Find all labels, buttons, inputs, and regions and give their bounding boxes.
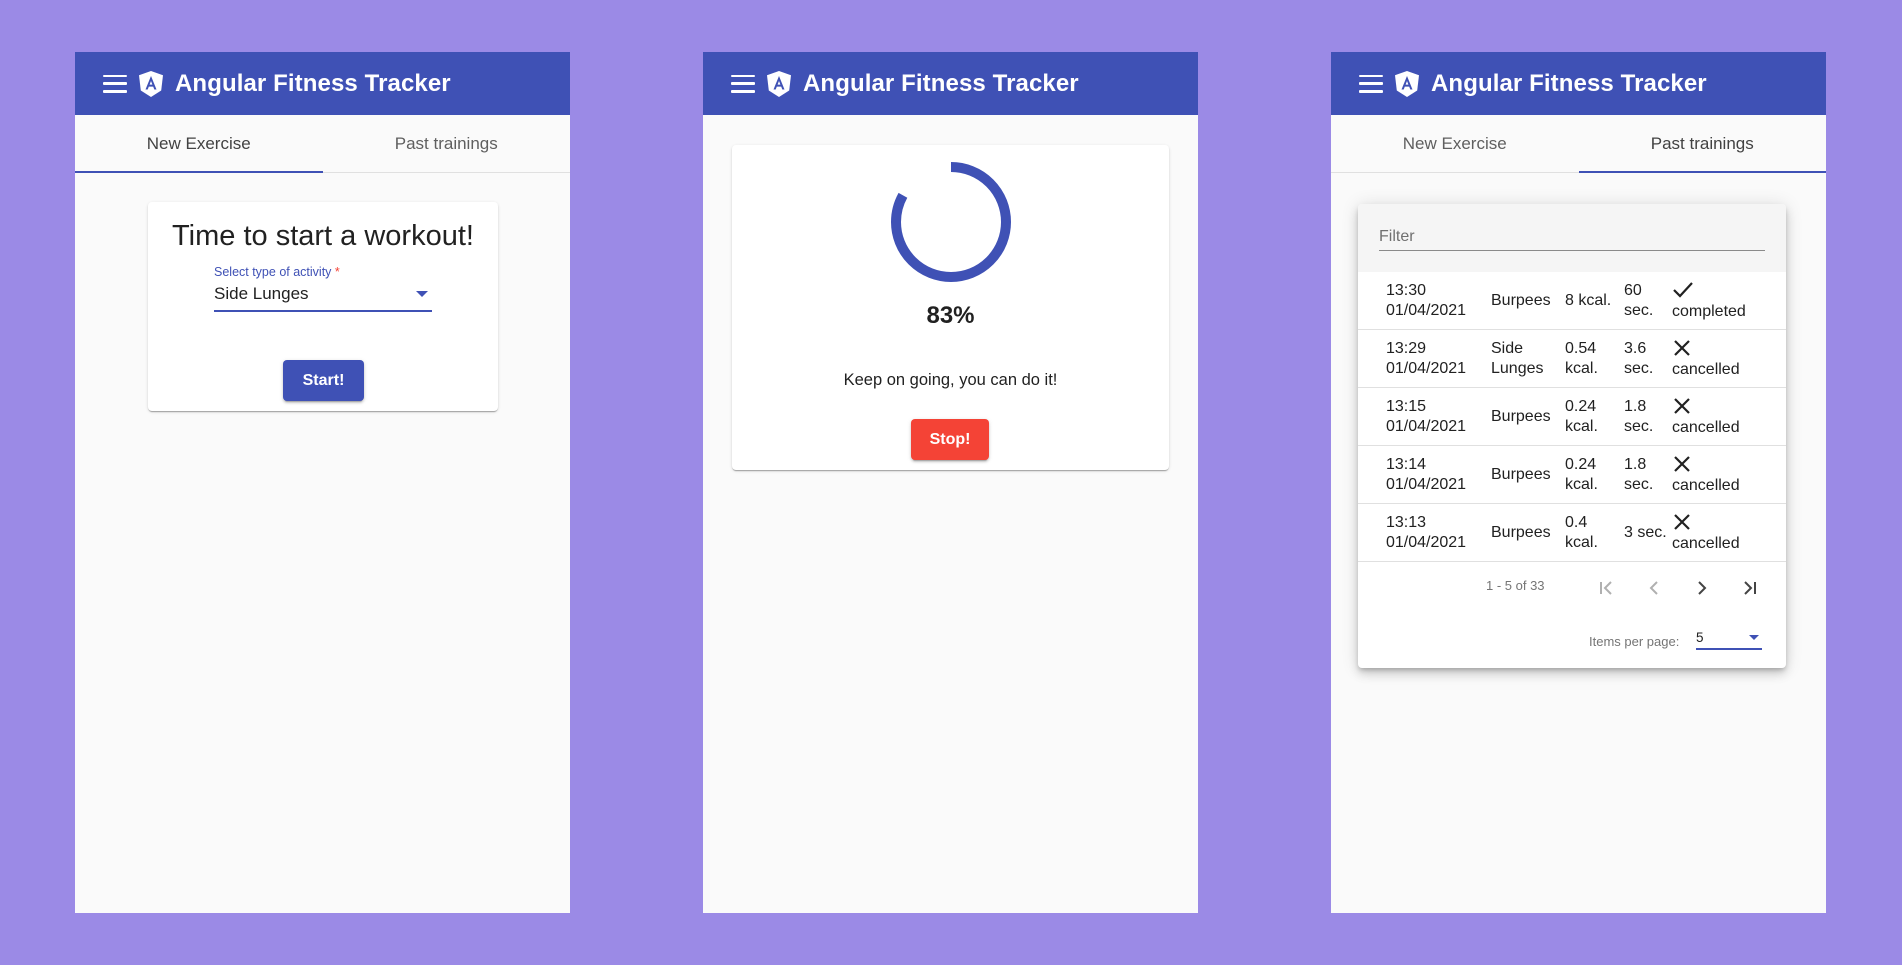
duration-cell: 60 sec. [1624,281,1654,319]
table-row: 13:29 01/04/2021 Side Lunges 0.54 kcal. 3.6 … [1358,330,1786,388]
state-label: cancelled [1672,360,1740,378]
tab-new-exercise[interactable]: New Exercise [1331,115,1579,172]
new-training-card: Time to start a workout! Select type of … [148,202,498,411]
duration-cell: 1.8 sec. [1624,397,1654,435]
menu-icon[interactable] [1359,74,1383,93]
state-cell: cancelled [1672,512,1782,554]
past-trainings-table-card: 13:3001/04/2021 Burpees 8 kcal. 60 sec. comp… [1358,204,1786,668]
encouragement-message: Keep on going, you can do it! [843,371,1058,389]
progress-percent: 83% [926,302,975,329]
close-icon [1672,454,1782,476]
check-icon [1672,280,1782,302]
state-cell: cancelled [1672,396,1782,438]
duration-cell: 3.6 sec. [1624,339,1654,377]
items-per-page-label: Items per page: [1589,634,1680,649]
table-row: 13:13 01/04/2021 Burpees 0.4 kcal. 3 sec. can… [1358,504,1786,562]
page-size-select[interactable]: 5 [1696,630,1762,650]
chevron-right-icon [1698,581,1707,595]
state-label: cancelled [1672,476,1740,494]
next-page-button[interactable] [1686,572,1718,604]
dropdown-arrow-icon[interactable] [1749,635,1759,640]
stop-button[interactable]: Stop! [911,419,989,460]
first-page-button[interactable] [1590,572,1622,604]
name-cell: Burpees [1491,523,1551,541]
table-row: 13:14 01/04/2021 Burpees 0.24 kcal. 1.8 sec.… [1358,446,1786,504]
last-page-icon [1744,581,1756,595]
app-title: Angular Fitness Tracker [1431,69,1707,97]
state-label: cancelled [1672,418,1740,436]
date-cell: 13:13 01/04/2021 [1386,513,1467,551]
calories-cell: 0.4 kcal. [1565,513,1598,551]
name-cell: Side Lunges [1491,339,1544,377]
close-icon [1672,338,1782,360]
app-title: Angular Fitness Tracker [803,69,1079,97]
duration-cell: 3 sec. [1624,523,1667,541]
previous-page-button[interactable] [1638,572,1670,604]
page-size-value: 5 [1696,630,1704,645]
activity-select-value-row[interactable]: Side Lunges [214,284,432,312]
calories-cell: 0.54 kcal. [1565,339,1598,377]
date-cell: 13:14 01/04/2021 [1386,455,1467,493]
range-label: 1 - 5 of 33 [1486,578,1545,593]
dropdown-arrow-icon[interactable] [416,291,428,297]
required-marker: * [334,265,340,279]
filter-area [1358,204,1786,272]
menu-icon[interactable] [103,74,127,93]
chevron-left-icon [1649,581,1658,595]
activity-select[interactable]: Select type of activity * Side Lunges [214,265,432,312]
tab-past-trainings[interactable]: Past trainings [323,115,571,172]
state-cell: completed [1672,280,1782,322]
last-page-button[interactable] [1734,572,1766,604]
menu-icon[interactable] [731,74,755,93]
training-progress-card: 83% Keep on going, you can do it! Stop! [732,145,1169,470]
app-title: Angular Fitness Tracker [175,69,451,97]
tab-bar: New Exercise Past trainings [1331,115,1826,173]
state-label: cancelled [1672,534,1740,552]
date-cell: 13:15 01/04/2021 [1386,397,1467,435]
toolbar: Angular Fitness Tracker [75,52,570,115]
paginator: 1 - 5 of 33 Items per page: 5 [1358,562,1786,682]
workout-heading: Time to start a workout! [172,220,474,252]
calories-cell: 8 kcal. [1565,291,1612,309]
name-cell: Burpees [1491,291,1551,309]
angular-shield-icon [139,70,165,98]
state-cell: cancelled [1672,338,1782,380]
table-row: 13:30 01/04/2021 Burpees 8 kcal. 60 sec. comp… [1358,272,1786,330]
angular-shield-icon [1395,70,1421,98]
tab-past-trainings[interactable]: Past trainings [1578,115,1827,173]
filter-input[interactable] [1379,224,1765,251]
calories-cell: 0.24 kcal. [1565,455,1598,493]
name-cell: Burpees [1491,465,1551,483]
past-trainings-screen: Angular Fitness Tracker New Exercise Pas… [1331,52,1826,913]
date-cell: 13:30 01/04/2021 [1386,281,1467,319]
tab-bar: New Exercise Past trainings [75,115,570,173]
toolbar: Angular Fitness Tracker [703,52,1198,115]
activity-select-value: Side Lunges [214,284,309,303]
current-training-screen: Angular Fitness Tracker 83% Keep on goin… [703,52,1198,913]
tab-new-exercise[interactable]: New Exercise [75,115,323,173]
duration-cell: 1.8 sec. [1624,455,1654,493]
toolbar: Angular Fitness Tracker [1331,52,1826,115]
close-icon [1672,396,1782,418]
trainings-table: 13:30 01/04/2021 Burpees 8 kcal. 60 sec. comp… [1358,272,1786,562]
calories-cell: 0.24 kcal. [1565,397,1598,435]
progress-spinner [891,162,1011,282]
date-cell: 13:29 01/04/2021 [1386,339,1467,377]
close-icon [1672,512,1782,534]
new-exercise-screen: Angular Fitness Tracker New Exercise Pas… [75,52,570,913]
first-page-icon [1600,581,1612,595]
state-label: completed [1672,302,1746,320]
start-button[interactable]: Start! [283,360,364,401]
state-cell: cancelled [1672,454,1782,496]
activity-select-label: Select type of activity * [214,265,340,279]
name-cell: Burpees [1491,407,1551,425]
angular-shield-icon [767,70,793,98]
table-row: 13:15 01/04/2021 Burpees 0.24 kcal. 1.8 sec.… [1358,388,1786,446]
